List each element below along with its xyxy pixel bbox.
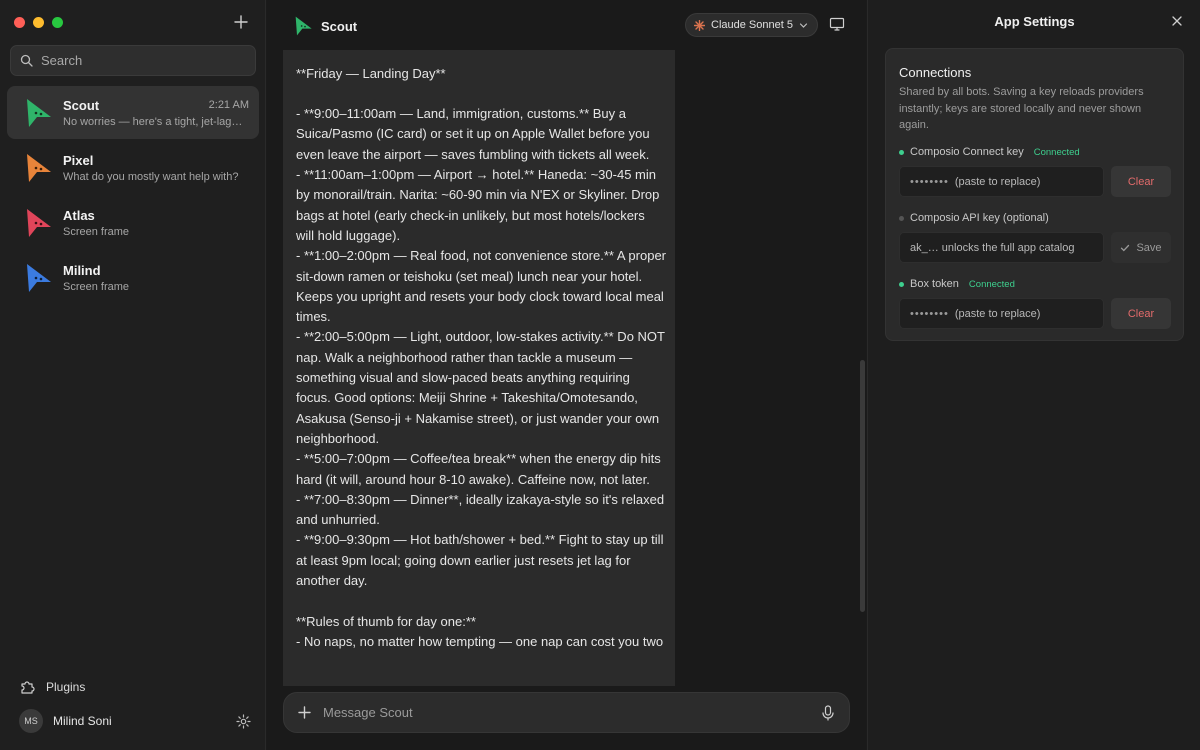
status-dot xyxy=(899,149,904,155)
chat-name: Pixel xyxy=(63,152,94,168)
save-label: Save xyxy=(1136,241,1162,254)
box-token-field[interactable]: •••••••• (paste to replace) xyxy=(899,298,1104,329)
zoom-window-button[interactable] xyxy=(52,17,63,28)
gear-icon[interactable] xyxy=(236,713,251,729)
message-line: - **1:00–2:00pm — Real food, not conveni… xyxy=(296,248,667,325)
close-settings-button[interactable] xyxy=(1170,14,1184,33)
plus-icon xyxy=(234,15,248,29)
key-label-text: Composio Connect key xyxy=(910,146,1024,158)
message-line: - **5:00–7:00pm — Coffee/tea break** whe… xyxy=(296,451,661,487)
key-field-text: (paste to replace) xyxy=(954,175,1041,188)
status-badge: Connected xyxy=(1033,146,1080,158)
chat-preview: What do you mostly want help with? xyxy=(63,170,239,183)
key-mask: •••••••• xyxy=(910,307,949,320)
composer xyxy=(283,692,850,733)
chat-item-atlas[interactable]: Atlas Screen frame xyxy=(7,196,259,249)
puzzle-icon xyxy=(21,681,35,694)
status-badge: Connected xyxy=(968,278,1015,290)
window-controls xyxy=(14,17,63,28)
composio-api-key-label: Composio API key (optional) xyxy=(899,212,1049,224)
composio-api-key-field[interactable]: ak_… unlocks the full app catalog xyxy=(899,232,1104,263)
search-input[interactable] xyxy=(41,53,241,68)
message-line: **Rules of thumb for day one:** xyxy=(296,613,476,629)
chat-item-pixel[interactable]: Pixel What do you mostly want help with? xyxy=(7,141,259,194)
new-chat-button[interactable] xyxy=(232,13,250,31)
chat-preview: Screen frame xyxy=(63,225,130,238)
message-line: **Friday — Landing Day** xyxy=(296,65,446,81)
search-icon xyxy=(20,54,33,67)
scout-bot-icon xyxy=(27,98,51,127)
chat-time: 2:21 AM xyxy=(208,99,249,111)
chat-list: Scout No worries — here's a tight, jet-l… xyxy=(7,86,259,306)
message-line: - **9:00–9:30pm — Hot bath/shower + bed.… xyxy=(296,532,664,589)
message-text: typical arrival. Swap details once you k… xyxy=(296,50,666,652)
close-window-button[interactable] xyxy=(14,17,25,28)
minimize-window-button[interactable] xyxy=(33,17,44,28)
monitor-icon xyxy=(829,17,845,31)
status-dot xyxy=(899,281,904,287)
section-description: Shared by all bots. Saving a key reloads… xyxy=(899,86,1144,131)
clear-composio-connect-button[interactable]: Clear xyxy=(1111,166,1171,197)
message-line: - **2:00–5:00pm — Light, outdoor, low-st… xyxy=(296,329,665,446)
chat-item-scout[interactable]: Scout No worries — here's a tight, jet-l… xyxy=(7,86,259,139)
microphone-icon[interactable] xyxy=(821,704,835,721)
screen-share-button[interactable] xyxy=(829,16,845,37)
pixel-bot-icon xyxy=(27,153,51,182)
box-token-label: Box token Connected xyxy=(899,278,1015,290)
model-name: Claude Sonnet 5 xyxy=(711,19,793,31)
assistant-message: typical arrival. Swap details once you k… xyxy=(283,50,675,686)
chat-name: Atlas xyxy=(63,207,95,223)
chat-header: Scout Claude Sonnet 5 xyxy=(267,0,866,50)
chat-title-group: Scout xyxy=(293,15,357,37)
user-row[interactable]: MS Milind Soni xyxy=(19,709,251,733)
chat-item-milind[interactable]: Milind Screen frame xyxy=(7,251,259,304)
plugins-button[interactable]: Plugins xyxy=(19,678,85,695)
message-line: - **9:00–11:00am — Land, immigration, cu… xyxy=(296,106,650,162)
scout-bot-icon xyxy=(295,16,312,36)
avatar: MS xyxy=(19,709,43,733)
composio-connect-key-field[interactable]: •••••••• (paste to replace) xyxy=(899,166,1104,197)
composio-connect-key-label: Composio Connect key Connected xyxy=(899,146,1080,158)
message-input[interactable] xyxy=(323,705,821,720)
milind-bot-icon xyxy=(27,263,51,292)
chevron-down-icon xyxy=(799,22,808,28)
chat-name: Milind xyxy=(63,262,101,278)
settings-title: App Settings xyxy=(994,14,1075,29)
key-mask: •••••••• xyxy=(910,175,949,188)
chat-preview: No worries — here's a tight, jet-lag… xyxy=(63,115,243,128)
chat-main: Scout Claude Sonnet 5 typical arrival. S… xyxy=(267,0,866,750)
claude-spark-icon xyxy=(694,19,705,31)
save-composio-api-button[interactable]: Save xyxy=(1111,232,1171,263)
close-icon xyxy=(1172,16,1182,26)
clear-box-token-button[interactable]: Clear xyxy=(1111,298,1171,329)
model-selector[interactable]: Claude Sonnet 5 xyxy=(685,13,818,37)
plus-icon[interactable] xyxy=(298,706,311,719)
message-line: - **11:00am–1:00pm — Airport → hotel.** … xyxy=(296,167,660,243)
chat-title: Scout xyxy=(321,18,358,34)
message-line: - **7:00–8:30pm — Dinner**, ideally izak… xyxy=(296,491,665,528)
search-box[interactable] xyxy=(10,45,256,76)
user-name: Milind Soni xyxy=(53,714,112,728)
scrollbar[interactable] xyxy=(860,360,865,612)
plugins-label: Plugins xyxy=(46,679,86,694)
status-dot xyxy=(899,215,904,221)
connections-card: Connections Shared by all bots. Saving a… xyxy=(885,48,1184,341)
key-label-text: Composio API key (optional) xyxy=(910,212,1049,224)
settings-panel: App Settings Connections Shared by all b… xyxy=(867,0,1200,750)
check-icon xyxy=(1121,244,1130,251)
key-field-text: (paste to replace) xyxy=(954,307,1041,320)
message-line: - No naps, no matter how tempting — one … xyxy=(296,633,664,649)
chat-preview: Screen frame xyxy=(63,280,130,293)
key-field-text: ak_… unlocks the full app catalog xyxy=(910,241,1075,254)
key-label-text: Box token xyxy=(910,278,959,290)
atlas-bot-icon xyxy=(27,208,51,237)
section-title: Connections xyxy=(899,65,972,80)
sidebar: Scout No worries — here's a tight, jet-l… xyxy=(0,0,266,750)
